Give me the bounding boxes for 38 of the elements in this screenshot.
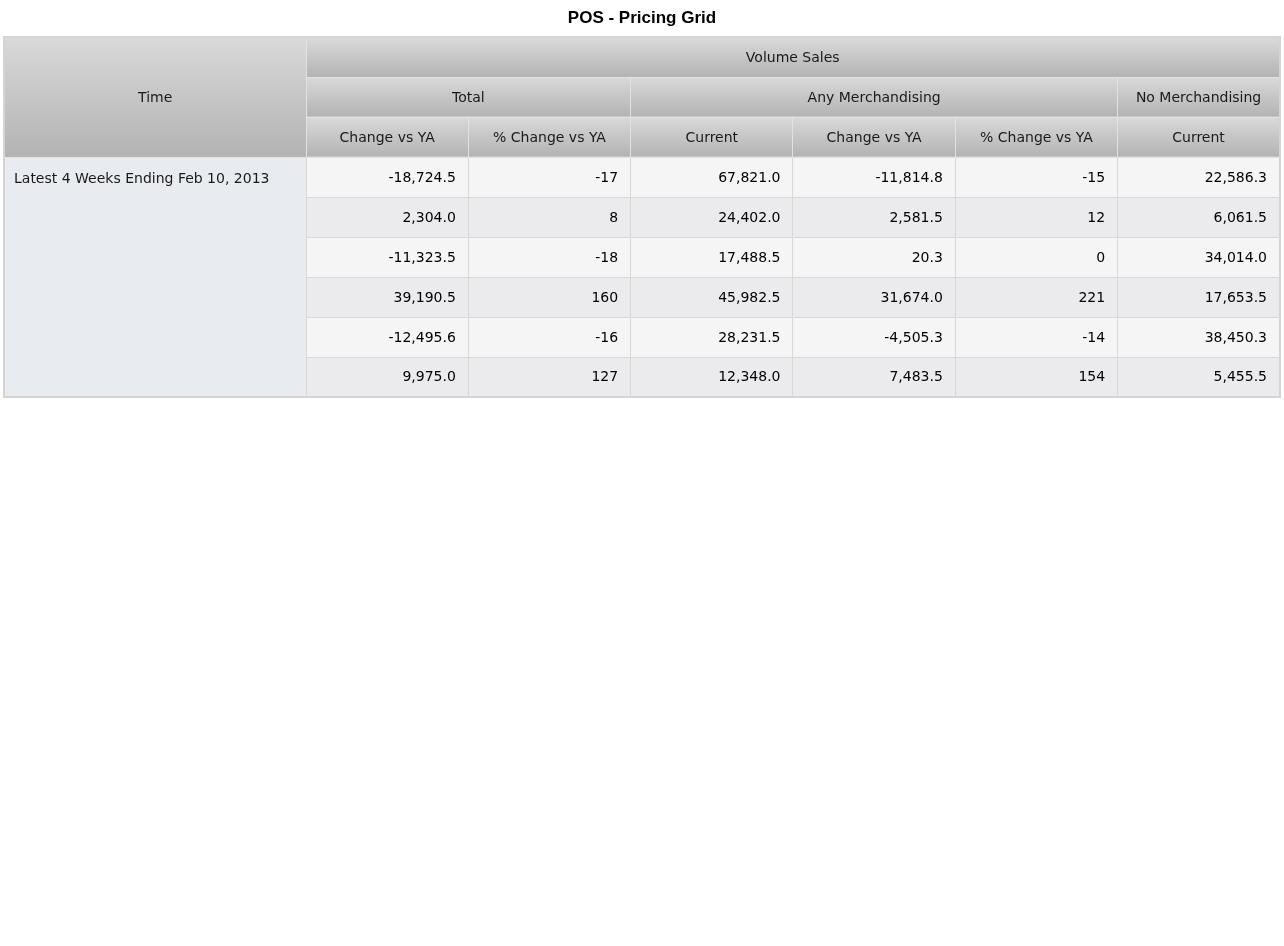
column-header: Current	[1117, 117, 1280, 157]
row-header-cell: Latest 4 Weeks Ending Feb 10, 2013	[4, 157, 306, 397]
column-header: Change vs YA	[793, 117, 956, 157]
table-cell: 39,190.5	[306, 277, 469, 317]
table-cell: -11,323.5	[306, 237, 469, 277]
table-cell: 20.3	[793, 237, 956, 277]
table-cell: 17,488.5	[630, 237, 793, 277]
column-header: No Merchandising	[1117, 77, 1280, 117]
table-cell: -18	[468, 237, 631, 277]
column-header: Any Merchandising	[630, 77, 1118, 117]
table-cell: -16	[468, 317, 631, 357]
table-cell: -18,724.5	[306, 157, 469, 197]
table-cell: 31,674.0	[793, 277, 956, 317]
table-cell: -15	[955, 157, 1118, 197]
column-header: % Change vs YA	[955, 117, 1118, 157]
table-cell: -14	[955, 317, 1118, 357]
table-cell: 2,581.5	[793, 197, 956, 237]
table-cell: 8	[468, 197, 631, 237]
table-cell: 160	[468, 277, 631, 317]
table-cell: -4,505.3	[793, 317, 956, 357]
table-cell: 221	[955, 277, 1118, 317]
column-header: Current	[630, 117, 793, 157]
column-header: Change vs YA	[306, 117, 469, 157]
column-header: Time	[4, 37, 306, 157]
table-cell: 28,231.5	[630, 317, 793, 357]
table-cell: 12	[955, 197, 1118, 237]
table-cell: 0	[955, 237, 1118, 277]
grid-title: POS - Pricing Grid	[566, 7, 718, 29]
table-cell: 2,304.0	[306, 197, 469, 237]
table-cell: 45,982.5	[630, 277, 793, 317]
table-cell: 24,402.0	[630, 197, 793, 237]
table-cell: -12,495.6	[306, 317, 469, 357]
column-header: Volume Sales	[306, 37, 1280, 77]
table-cell: -17	[468, 157, 631, 197]
column-header: % Change vs YA	[468, 117, 631, 157]
table-cell: -11,814.8	[793, 157, 956, 197]
column-header: Total	[306, 77, 631, 117]
table-cell: 67,821.0	[630, 157, 793, 197]
